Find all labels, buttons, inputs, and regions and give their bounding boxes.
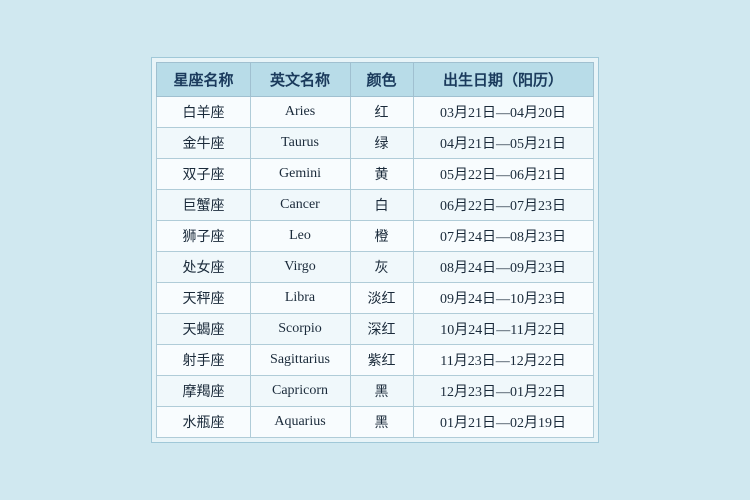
english-name: Aquarius xyxy=(250,407,350,438)
color-value: 黄 xyxy=(350,159,413,190)
header-color: 颜色 xyxy=(350,63,413,97)
english-name: Taurus xyxy=(250,128,350,159)
color-value: 黑 xyxy=(350,407,413,438)
chinese-name: 白羊座 xyxy=(157,97,250,128)
table-header-row: 星座名称 英文名称 颜色 出生日期（阳历） xyxy=(157,63,593,97)
date-range: 05月22日—06月21日 xyxy=(413,159,593,190)
date-range: 01月21日—02月19日 xyxy=(413,407,593,438)
chinese-name: 巨蟹座 xyxy=(157,190,250,221)
date-range: 08月24日—09月23日 xyxy=(413,252,593,283)
header-english-name: 英文名称 xyxy=(250,63,350,97)
date-range: 07月24日—08月23日 xyxy=(413,221,593,252)
table-row: 天蝎座Scorpio深红10月24日—11月22日 xyxy=(157,314,593,345)
date-range: 06月22日—07月23日 xyxy=(413,190,593,221)
table-row: 狮子座Leo橙07月24日—08月23日 xyxy=(157,221,593,252)
table-row: 双子座Gemini黄05月22日—06月21日 xyxy=(157,159,593,190)
chinese-name: 射手座 xyxy=(157,345,250,376)
english-name: Aries xyxy=(250,97,350,128)
color-value: 淡红 xyxy=(350,283,413,314)
date-range: 11月23日—12月22日 xyxy=(413,345,593,376)
english-name: Scorpio xyxy=(250,314,350,345)
header-chinese-name: 星座名称 xyxy=(157,63,250,97)
chinese-name: 摩羯座 xyxy=(157,376,250,407)
table-row: 白羊座Aries红03月21日—04月20日 xyxy=(157,97,593,128)
header-dates: 出生日期（阳历） xyxy=(413,63,593,97)
english-name: Cancer xyxy=(250,190,350,221)
color-value: 红 xyxy=(350,97,413,128)
color-value: 绿 xyxy=(350,128,413,159)
date-range: 09月24日—10月23日 xyxy=(413,283,593,314)
color-value: 黑 xyxy=(350,376,413,407)
color-value: 灰 xyxy=(350,252,413,283)
color-value: 紫红 xyxy=(350,345,413,376)
english-name: Virgo xyxy=(250,252,350,283)
date-range: 10月24日—11月22日 xyxy=(413,314,593,345)
color-value: 白 xyxy=(350,190,413,221)
zodiac-table-container: 星座名称 英文名称 颜色 出生日期（阳历） 白羊座Aries红03月21日—04… xyxy=(151,57,598,443)
color-value: 橙 xyxy=(350,221,413,252)
english-name: Gemini xyxy=(250,159,350,190)
chinese-name: 天秤座 xyxy=(157,283,250,314)
date-range: 03月21日—04月20日 xyxy=(413,97,593,128)
table-row: 射手座Sagittarius紫红11月23日—12月22日 xyxy=(157,345,593,376)
color-value: 深红 xyxy=(350,314,413,345)
date-range: 04月21日—05月21日 xyxy=(413,128,593,159)
english-name: Capricorn xyxy=(250,376,350,407)
chinese-name: 水瓶座 xyxy=(157,407,250,438)
zodiac-table: 星座名称 英文名称 颜色 出生日期（阳历） 白羊座Aries红03月21日—04… xyxy=(156,62,593,438)
chinese-name: 狮子座 xyxy=(157,221,250,252)
table-row: 巨蟹座Cancer白06月22日—07月23日 xyxy=(157,190,593,221)
chinese-name: 天蝎座 xyxy=(157,314,250,345)
chinese-name: 金牛座 xyxy=(157,128,250,159)
chinese-name: 处女座 xyxy=(157,252,250,283)
table-row: 处女座Virgo灰08月24日—09月23日 xyxy=(157,252,593,283)
chinese-name: 双子座 xyxy=(157,159,250,190)
table-row: 摩羯座Capricorn黑12月23日—01月22日 xyxy=(157,376,593,407)
date-range: 12月23日—01月22日 xyxy=(413,376,593,407)
table-row: 天秤座Libra淡红09月24日—10月23日 xyxy=(157,283,593,314)
table-row: 金牛座Taurus绿04月21日—05月21日 xyxy=(157,128,593,159)
english-name: Leo xyxy=(250,221,350,252)
table-row: 水瓶座Aquarius黑01月21日—02月19日 xyxy=(157,407,593,438)
table-body: 白羊座Aries红03月21日—04月20日金牛座Taurus绿04月21日—0… xyxy=(157,97,593,438)
english-name: Libra xyxy=(250,283,350,314)
english-name: Sagittarius xyxy=(250,345,350,376)
